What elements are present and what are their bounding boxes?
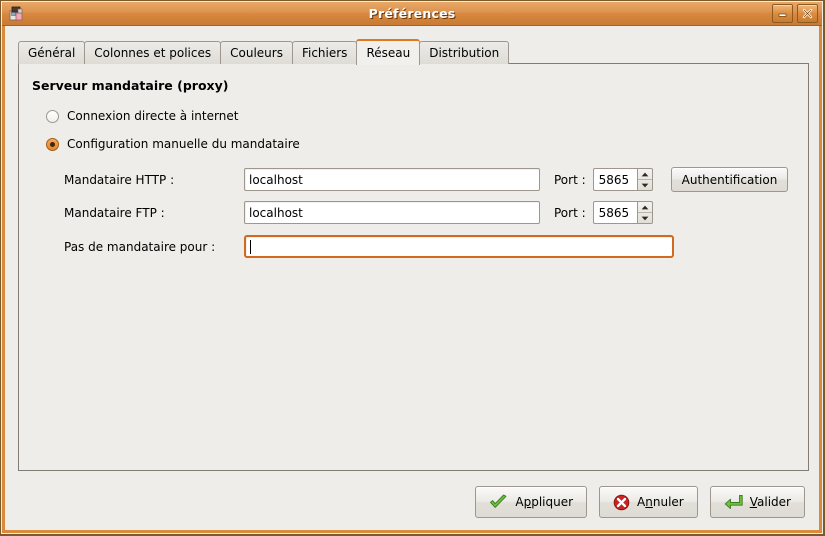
http-proxy-label: Mandataire HTTP :	[64, 172, 175, 187]
close-button[interactable]	[797, 4, 818, 23]
spinner-down-button[interactable]	[638, 180, 652, 190]
minimize-icon	[778, 13, 787, 17]
tab-label: Général	[28, 46, 76, 60]
radio-direct-connection[interactable]: Connexion directe à internet	[46, 109, 238, 123]
no-proxy-row: Pas de mandataire pour :	[64, 235, 704, 258]
ftp-proxy-value: localhost	[249, 205, 303, 220]
http-proxy-input[interactable]: localhost	[244, 168, 540, 191]
tab-label: Réseau	[366, 46, 411, 60]
http-proxy-row: Mandataire HTTP : localhost Port : 5865	[64, 167, 794, 192]
ftp-proxy-label: Mandataire FTP :	[64, 205, 165, 220]
spinner-up-button[interactable]	[637, 202, 652, 213]
radio-label: Configuration manuelle du mandataire	[67, 137, 300, 151]
http-port-value[interactable]: 5865	[592, 168, 637, 191]
proxy-section-title: Serveur mandataire (proxy)	[32, 78, 229, 93]
authentication-label: Authentification	[681, 172, 778, 187]
ftp-port-label: Port :	[554, 205, 586, 220]
http-port-label: Port :	[554, 172, 586, 187]
spinner-down-button[interactable]	[638, 213, 652, 223]
tab-label: Distribution	[429, 46, 500, 60]
enter-arrow-icon	[724, 495, 743, 509]
http-port-spin-buttons[interactable]	[636, 168, 653, 191]
validate-button[interactable]: Valider	[709, 486, 805, 518]
chevron-down-icon	[641, 216, 649, 220]
ftp-proxy-row: Mandataire FTP : localhost Port : 5865	[64, 201, 704, 224]
window-frame-bottom	[2, 530, 822, 533]
minimize-button[interactable]	[772, 4, 793, 23]
tab-colors[interactable]: Couleurs	[220, 41, 293, 64]
no-proxy-label: Pas de mandataire pour :	[64, 239, 216, 254]
dialog-action-bar: Appliquer Annuler Valider	[475, 486, 805, 518]
chevron-up-icon	[641, 205, 649, 209]
window-title: Préférences	[368, 6, 456, 21]
cancel-label: Annuler	[637, 495, 684, 509]
radio-manual-config[interactable]: Configuration manuelle du mandataire	[46, 137, 300, 151]
apply-label: Appliquer	[515, 495, 574, 509]
network-tab-panel: Serveur mandataire (proxy) Connexion dir…	[18, 63, 809, 471]
tab-label: Couleurs	[230, 46, 283, 60]
tab-network[interactable]: Réseau	[356, 39, 421, 65]
no-proxy-input[interactable]	[244, 235, 674, 258]
cancel-button[interactable]: Annuler	[599, 486, 698, 518]
window-frame-left	[2, 26, 5, 531]
tab-label: Colonnes et polices	[94, 46, 212, 60]
radio-off-icon	[46, 109, 59, 123]
tab-columns[interactable]: Colonnes et polices	[84, 41, 222, 64]
window-controls	[772, 4, 818, 23]
tab-distribution[interactable]: Distribution	[419, 41, 510, 64]
tab-general[interactable]: Général	[18, 41, 86, 64]
http-proxy-value: localhost	[249, 172, 303, 187]
tab-label: Fichiers	[301, 46, 348, 60]
tab-files[interactable]: Fichiers	[291, 41, 358, 64]
spinner-up-button[interactable]	[637, 169, 652, 180]
title-bar: Préférences	[2, 2, 822, 26]
preferences-window: Préférences Général Colonnes et polices …	[0, 0, 825, 536]
authentication-button[interactable]: Authentification	[670, 167, 789, 192]
radio-label: Connexion directe à internet	[67, 109, 239, 123]
validate-label: Valider	[749, 495, 791, 509]
text-caret	[250, 239, 251, 254]
ftp-proxy-input[interactable]: localhost	[244, 201, 540, 224]
chevron-down-icon	[641, 183, 649, 187]
close-icon	[802, 8, 813, 19]
tab-strip: Général Colonnes et polices Couleurs Fic…	[18, 39, 510, 65]
apply-button[interactable]: Appliquer	[475, 486, 588, 518]
error-x-icon	[613, 494, 630, 510]
window-frame-right	[819, 26, 822, 531]
radio-on-icon	[46, 137, 59, 151]
ftp-port-value[interactable]: 5865	[592, 201, 637, 224]
package-icon	[7, 4, 27, 24]
preferences-notebook: Général Colonnes et polices Couleurs Fic…	[18, 39, 809, 471]
ftp-port-spin-buttons[interactable]	[636, 201, 653, 224]
http-port-spinner[interactable]: 5865	[592, 168, 653, 191]
check-icon	[490, 494, 507, 508]
ftp-port-spinner[interactable]: 5865	[592, 201, 653, 224]
chevron-up-icon	[641, 172, 649, 176]
